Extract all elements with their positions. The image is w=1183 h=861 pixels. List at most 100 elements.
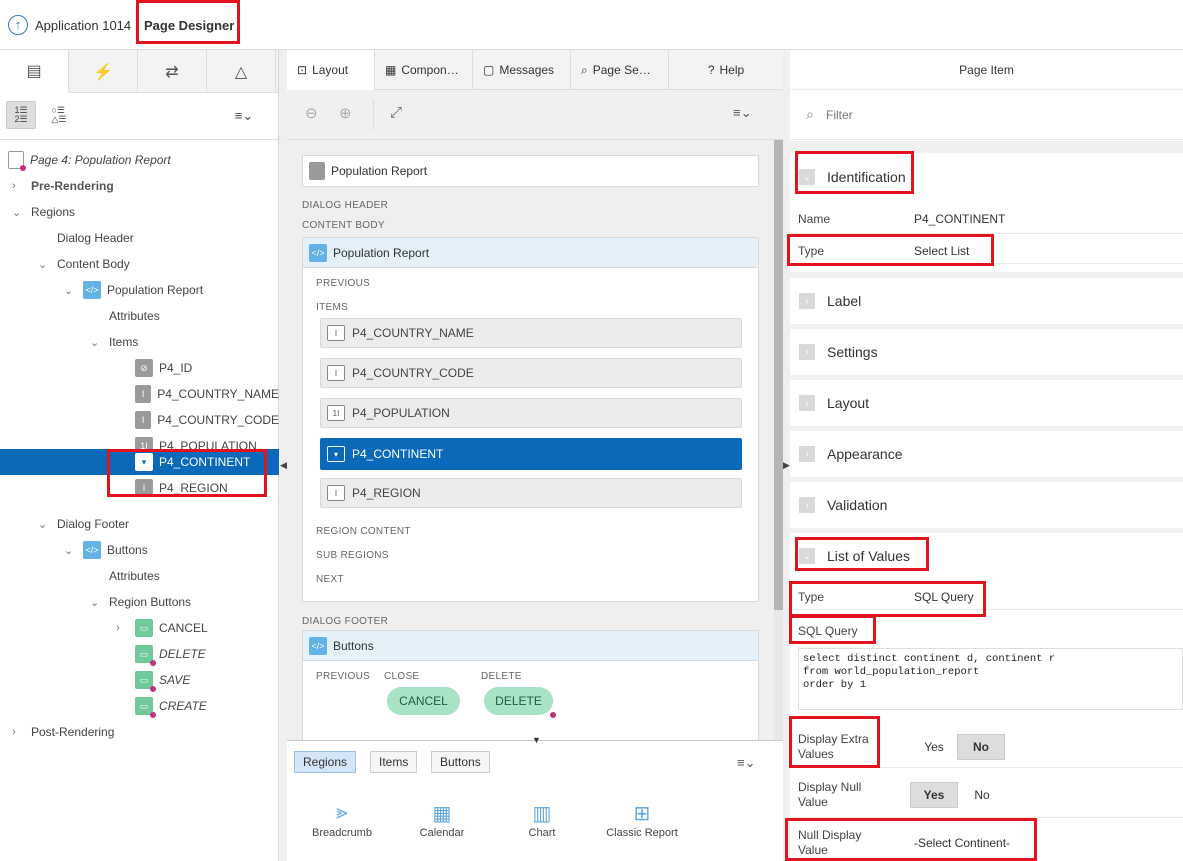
tree-item-p4-id[interactable]: ⊘ P4_ID	[0, 355, 279, 381]
tree-button-create[interactable]: ▭ CREATE	[0, 693, 279, 719]
search-icon: ⌕	[581, 62, 588, 77]
canvas-item-country-code[interactable]: I P4_COUNTRY_CODE	[320, 358, 742, 388]
tree-dialog-header[interactable]: Dialog Header	[0, 225, 279, 251]
tree-content-body[interactable]: ⌄ Content Body	[0, 251, 279, 277]
tree-item-p4-country-code[interactable]: I P4_COUNTRY_CODE	[0, 407, 279, 433]
tree-button-cancel[interactable]: › ▭ CANCEL	[0, 615, 279, 641]
extra-no-button[interactable]: No	[957, 734, 1005, 760]
gallery-classic-report[interactable]: ⊞ Classic Report	[597, 801, 687, 839]
chevron-right-icon: ›	[12, 180, 16, 192]
tab-messages[interactable]: ▢ Messages	[473, 50, 571, 90]
tab-layout[interactable]: ⊡ Layout	[287, 50, 375, 90]
name-value[interactable]: P4_CONTINENT	[914, 212, 1005, 226]
tab-processing[interactable]: ⇄	[138, 50, 207, 93]
tree-item-p4-country-name[interactable]: I P4_COUNTRY_NAME	[0, 381, 279, 407]
dialog-footer-label: DIALOG FOOTER	[302, 616, 389, 627]
type-select[interactable]: Select List	[914, 244, 969, 258]
tree-items[interactable]: ⌄ Items	[0, 329, 279, 355]
canvas-item-region[interactable]: I P4_REGION	[320, 478, 742, 508]
tree-button-save[interactable]: ▭ SAVE	[0, 667, 279, 693]
tree-buttons-region[interactable]: ⌄ </> Buttons	[0, 537, 279, 563]
tab-page-search[interactable]: ⌕ Page Se…	[571, 50, 669, 90]
tab-rendering[interactable]: ▤	[0, 50, 69, 93]
chevron-right-icon: ›	[116, 622, 120, 634]
region-buttons[interactable]: </> Buttons PREVIOUS CLOSE DELETE CANCEL …	[302, 630, 759, 740]
table-icon: ⊞	[633, 803, 651, 825]
null-yes-button[interactable]: Yes	[910, 782, 958, 808]
filter-input[interactable]	[826, 104, 1146, 126]
canvas-item-country-name[interactable]: I P4_COUNTRY_NAME	[320, 318, 742, 348]
section-layout[interactable]: › Layout	[790, 380, 1183, 426]
tab-help[interactable]: ? Help	[669, 50, 783, 90]
gallery-tab-buttons[interactable]: Buttons	[431, 751, 490, 773]
collapse-right-icon: ▶	[783, 460, 790, 470]
group-view-icon[interactable]: ○☰ △☰	[44, 101, 74, 129]
chevron-down-icon: ⌄	[90, 596, 100, 609]
gallery-breadcrumb[interactable]: ⪢ Breadcrumb	[307, 801, 377, 839]
button-delete-slot: DELETE	[481, 671, 522, 682]
tab-component-view[interactable]: ▦ Compon…	[375, 50, 473, 90]
tree-menu-icon[interactable]: ≡⌄	[228, 101, 260, 129]
section-list-of-values[interactable]: ⌄ List of Values	[790, 533, 1183, 579]
property-editor: Page Item ⌕ ⌄ Identification Name P4_CON…	[790, 50, 1183, 861]
tree-population-report[interactable]: ⌄ </> Population Report	[0, 277, 279, 303]
tab-shared-components[interactable]: △	[207, 50, 276, 93]
null-no-button[interactable]: No	[962, 782, 1002, 808]
tree-button-delete[interactable]: ▭ DELETE	[0, 641, 279, 667]
gallery-calendar[interactable]: ▦ Calendar	[407, 801, 477, 839]
chevron-down-icon: ⌄	[64, 544, 74, 557]
gallery-menu-icon[interactable]: ≡⌄	[737, 755, 755, 771]
tree-page-node[interactable]: Page 4: Population Report	[0, 147, 279, 173]
canvas-item-population[interactable]: 1I P4_POPULATION	[320, 398, 742, 428]
text-field-icon: I	[135, 479, 153, 497]
tree-pre-rendering[interactable]: › Pre-Rendering	[0, 173, 279, 199]
region-code-icon: </>	[83, 281, 101, 299]
layout-menu-icon[interactable]: ≡⌄	[733, 105, 751, 121]
help-icon: ?	[707, 63, 715, 77]
canvas-item-continent[interactable]: ▾ P4_CONTINENT	[320, 438, 742, 470]
tab-dynamic-actions[interactable]: ⚡	[69, 50, 138, 93]
tree-item-p4-region[interactable]: I P4_REGION	[0, 475, 279, 501]
zoom-out-icon[interactable]: ⊖	[305, 104, 318, 122]
delete-pill[interactable]: DELETE	[484, 687, 556, 718]
zoom-in-icon[interactable]: ⊕	[339, 104, 352, 122]
next-slot: NEXT	[316, 574, 344, 585]
region-population-report[interactable]: </> Population Report PREVIOUS ITEMS I P4_…	[302, 237, 759, 602]
collapse-gallery-icon[interactable]: ▼	[532, 735, 541, 745]
order-view-icon[interactable]: 1☰ 2☰	[6, 101, 36, 129]
section-settings[interactable]: › Settings	[790, 329, 1183, 375]
page-box[interactable]: Population Report	[302, 155, 759, 187]
extra-yes-button[interactable]: Yes	[914, 734, 954, 760]
tree-item-p4-continent[interactable]: ▾ P4_CONTINENT	[0, 449, 279, 475]
section-appearance[interactable]: › Appearance	[790, 431, 1183, 477]
section-label[interactable]: › Label	[790, 278, 1183, 324]
tree-regions[interactable]: ⌄ Regions	[0, 199, 279, 225]
tree-region-buttons[interactable]: ⌄ Region Buttons	[0, 589, 279, 615]
canvas-scrollbar[interactable]	[774, 140, 783, 740]
gallery-tab-items[interactable]: Items	[370, 751, 418, 773]
expand-icon[interactable]: ⤢	[390, 104, 402, 121]
application-link[interactable]: Application 1014	[35, 18, 131, 33]
shapes-icon: △	[234, 63, 248, 81]
search-icon: ⌕	[806, 106, 814, 122]
gallery-tab-regions[interactable]: Regions	[294, 751, 357, 773]
left-splitter[interactable]: ◀	[279, 50, 287, 861]
button-icon: ▭	[135, 671, 156, 692]
null-display-input[interactable]: -Select Continent-	[914, 836, 1010, 850]
section-identification[interactable]: ⌄ Identification	[790, 154, 1183, 200]
tree-dialog-footer[interactable]: ⌄ Dialog Footer	[0, 511, 279, 537]
tree-attributes[interactable]: Attributes	[0, 303, 279, 329]
cancel-pill[interactable]: CANCEL	[387, 687, 460, 715]
sql-query-editor[interactable]: select distinct continent d, continent r…	[798, 648, 1183, 710]
center-tabs: ⊡ Layout ▦ Compon… ▢ Messages ⌕ Page Se… ? He…	[287, 50, 783, 90]
tree-post-rendering[interactable]: › Post-Rendering	[0, 719, 279, 745]
gallery-chart[interactable]: ▥ Chart	[507, 801, 577, 839]
lightning-icon: ⚡	[93, 63, 113, 81]
breadcrumb-icon: ⪢	[336, 801, 348, 823]
tree-buttons-attributes[interactable]: Attributes	[0, 563, 279, 589]
lov-type-select[interactable]: SQL Query	[914, 590, 974, 604]
page-icon	[8, 151, 26, 171]
scrollbar-thumb[interactable]	[774, 140, 783, 610]
up-arrow-icon[interactable]: ↑	[8, 15, 28, 35]
section-validation[interactable]: › Validation	[790, 482, 1183, 528]
